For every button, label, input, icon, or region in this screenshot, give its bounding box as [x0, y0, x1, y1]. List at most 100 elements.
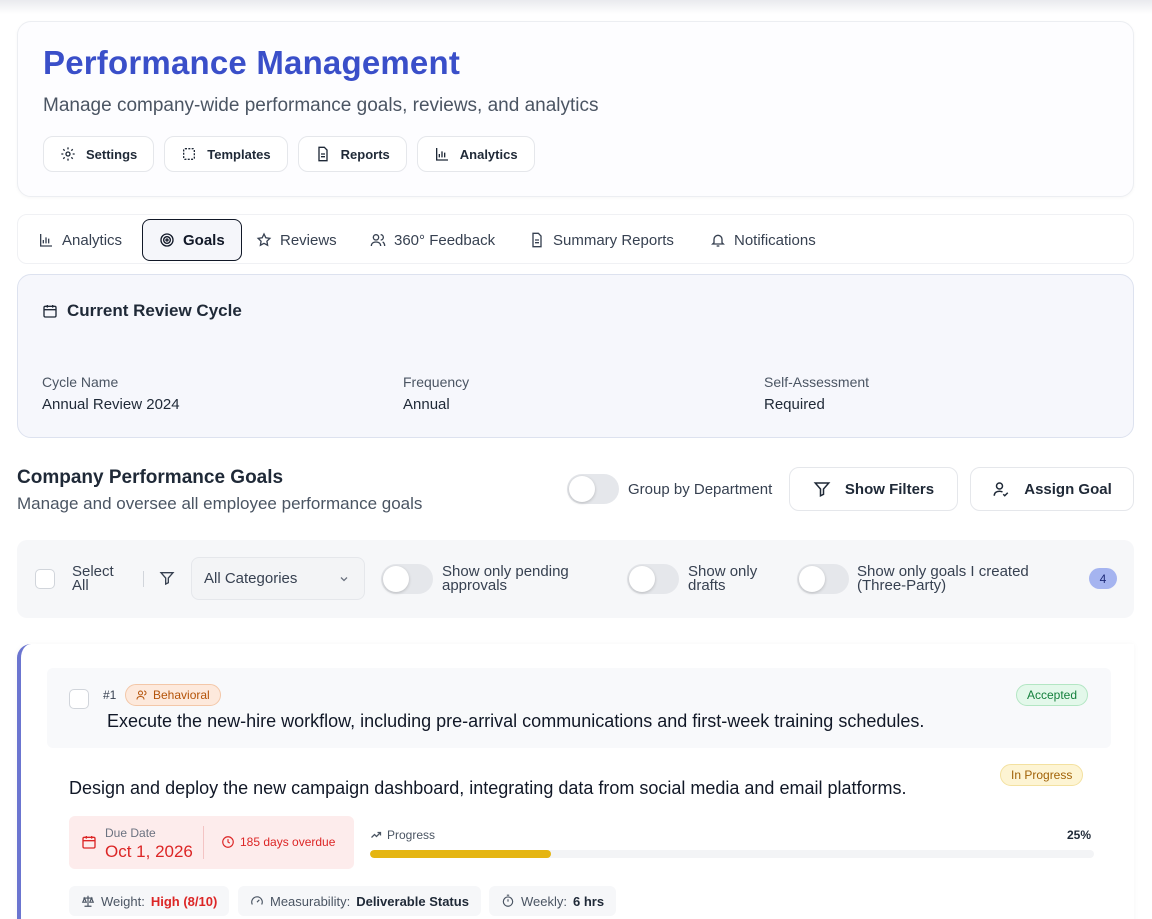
tab-analytics[interactable]: Analytics [38, 219, 122, 261]
tab-notifications-label: Notifications [734, 231, 816, 249]
settings-button[interactable]: Settings [43, 136, 155, 172]
select-all-label: Select All [72, 563, 114, 594]
self-assessment-label: Self-Assessment [764, 374, 870, 390]
progress-label-text: Progress [387, 828, 436, 842]
filter-toggle-icon-wrap[interactable] [159, 570, 175, 586]
document-icon [315, 146, 331, 162]
category-select-value: All Categories [204, 570, 298, 587]
created-goals-toggle[interactable] [797, 564, 849, 594]
due-date-label: Due Date [105, 826, 156, 840]
cycle-name-label: Cycle Name [42, 374, 119, 390]
calendar-icon [81, 834, 97, 850]
show-filters-button[interactable]: Show Filters [789, 467, 958, 511]
users-icon [136, 689, 148, 701]
bar-chart-icon [38, 232, 54, 248]
review-cycle-card: Current Review Cycle Cycle Name Annual R… [17, 274, 1134, 438]
progress-bar-fill [370, 850, 551, 858]
due-divider [203, 826, 204, 859]
tab-notifications[interactable]: Notifications [710, 219, 816, 261]
cycle-name-field: Cycle Name Annual Review 2024 [42, 374, 180, 413]
tab-summary-reports-label: Summary Reports [553, 231, 674, 249]
star-icon [256, 232, 272, 248]
pending-approvals-label: Show only pending approvals [442, 563, 569, 594]
measurability-chip: Measurability: Deliverable Status [238, 886, 481, 916]
tab-goals-label: Goals [183, 231, 225, 249]
select-all-checkbox[interactable] [35, 569, 55, 589]
weekly-label: Weekly: [521, 893, 567, 909]
drafts-label: Show only drafts [688, 563, 758, 594]
group-by-department-toggle[interactable]: Group by Department [567, 474, 772, 504]
tab-analytics-label: Analytics [62, 231, 123, 249]
tab-goals[interactable]: Goals [142, 219, 242, 261]
weekly-chip: Weekly: 6 hrs [489, 886, 617, 916]
group-by-department-label: Group by Department [628, 480, 773, 498]
created-goals-switch[interactable] [797, 564, 849, 594]
goal-number: #1 [103, 688, 117, 702]
measurability-value: Deliverable Status [356, 893, 469, 909]
assign-goal-label: Assign Goal [1024, 480, 1112, 498]
settings-button-label: Settings [86, 146, 138, 162]
in-progress-status-badge: In Progress [1000, 764, 1084, 786]
drafts-switch[interactable] [627, 564, 679, 594]
tab-summary-reports[interactable]: Summary Reports [529, 219, 674, 261]
users-icon [370, 232, 386, 248]
weight-chip: Weight: High (8/10) [69, 886, 230, 916]
pending-approvals-toggle[interactable] [381, 564, 433, 594]
gear-icon [60, 146, 76, 162]
page-subtitle: Manage company-wide performance goals, r… [43, 95, 599, 116]
calendar-icon [42, 303, 58, 319]
header-actions: Settings Templates Reports Analytics [43, 136, 535, 172]
review-cycle-title: Current Review Cycle [42, 301, 242, 321]
goal-count-badge: 4 [1089, 568, 1117, 589]
progress-label: Progress [370, 828, 435, 842]
tab-reviews[interactable]: Reviews [256, 219, 337, 261]
templates-button[interactable]: Templates [164, 136, 288, 172]
category-badge-label: Behavioral [153, 688, 210, 702]
goal-description: Design and deploy the new campaign dashb… [69, 778, 907, 798]
overdue-text: 185 days overdue [240, 835, 336, 849]
scale-icon [81, 894, 95, 908]
progress-percent: 25% [1067, 828, 1092, 842]
reports-button[interactable]: Reports [297, 136, 407, 172]
show-filters-label: Show Filters [844, 480, 935, 498]
filter-bar: Select All All Categories Show only pend… [17, 540, 1134, 618]
goal-card[interactable]: #1 Behavioral Accepted Execute the new-h… [17, 644, 1134, 919]
overdue-indicator: 185 days overdue [221, 835, 335, 849]
goals-section-title: Company Performance Goals [17, 467, 284, 488]
frequency-field: Frequency Annual [403, 374, 469, 413]
reports-button-label: Reports [340, 146, 390, 162]
goal-select-checkbox-wrap[interactable] [69, 689, 89, 709]
category-badge: Behavioral [125, 684, 221, 706]
analytics-button-label: Analytics [459, 146, 518, 162]
group-by-department-switch[interactable] [567, 474, 619, 504]
user-assign-icon [992, 480, 1010, 498]
category-select[interactable]: All Categories [191, 557, 365, 600]
tab-bar: Analytics Goals Reviews 360° Feedback Su… [17, 214, 1134, 264]
pending-approvals-switch[interactable] [381, 564, 433, 594]
filter-divider [143, 571, 144, 587]
assign-goal-button[interactable]: Assign Goal [970, 467, 1134, 511]
progress-bar [370, 850, 1094, 858]
accepted-status-badge: Accepted [1016, 684, 1089, 706]
chevron-down-icon [338, 573, 350, 585]
drafts-toggle[interactable] [627, 564, 679, 594]
goals-section-subtitle: Manage and oversee all employee performa… [17, 494, 423, 513]
weight-label: Weight: [101, 893, 145, 909]
filter-icon [159, 570, 175, 586]
tab-360-feedback[interactable]: 360° Feedback [370, 219, 495, 261]
cycle-name-value: Annual Review 2024 [42, 396, 180, 413]
target-icon [159, 232, 175, 248]
bell-icon [710, 232, 726, 248]
weight-value: High (8/10) [150, 893, 218, 909]
due-date-box: Due Date Oct 1, 2026 185 days overdue [69, 816, 354, 869]
select-all-checkbox-wrap[interactable] [35, 569, 55, 589]
frequency-label: Frequency [403, 374, 470, 390]
tab-reviews-label: Reviews [280, 231, 337, 249]
top-shadow [0, 0, 1152, 14]
goal-select-checkbox[interactable] [69, 689, 89, 709]
gauge-icon [250, 894, 264, 908]
analytics-button[interactable]: Analytics [416, 136, 535, 172]
goal-title: Execute the new-hire workflow, including… [107, 711, 925, 731]
weekly-value: 6 hrs [573, 893, 605, 909]
measurability-label: Measurability: [270, 893, 351, 909]
